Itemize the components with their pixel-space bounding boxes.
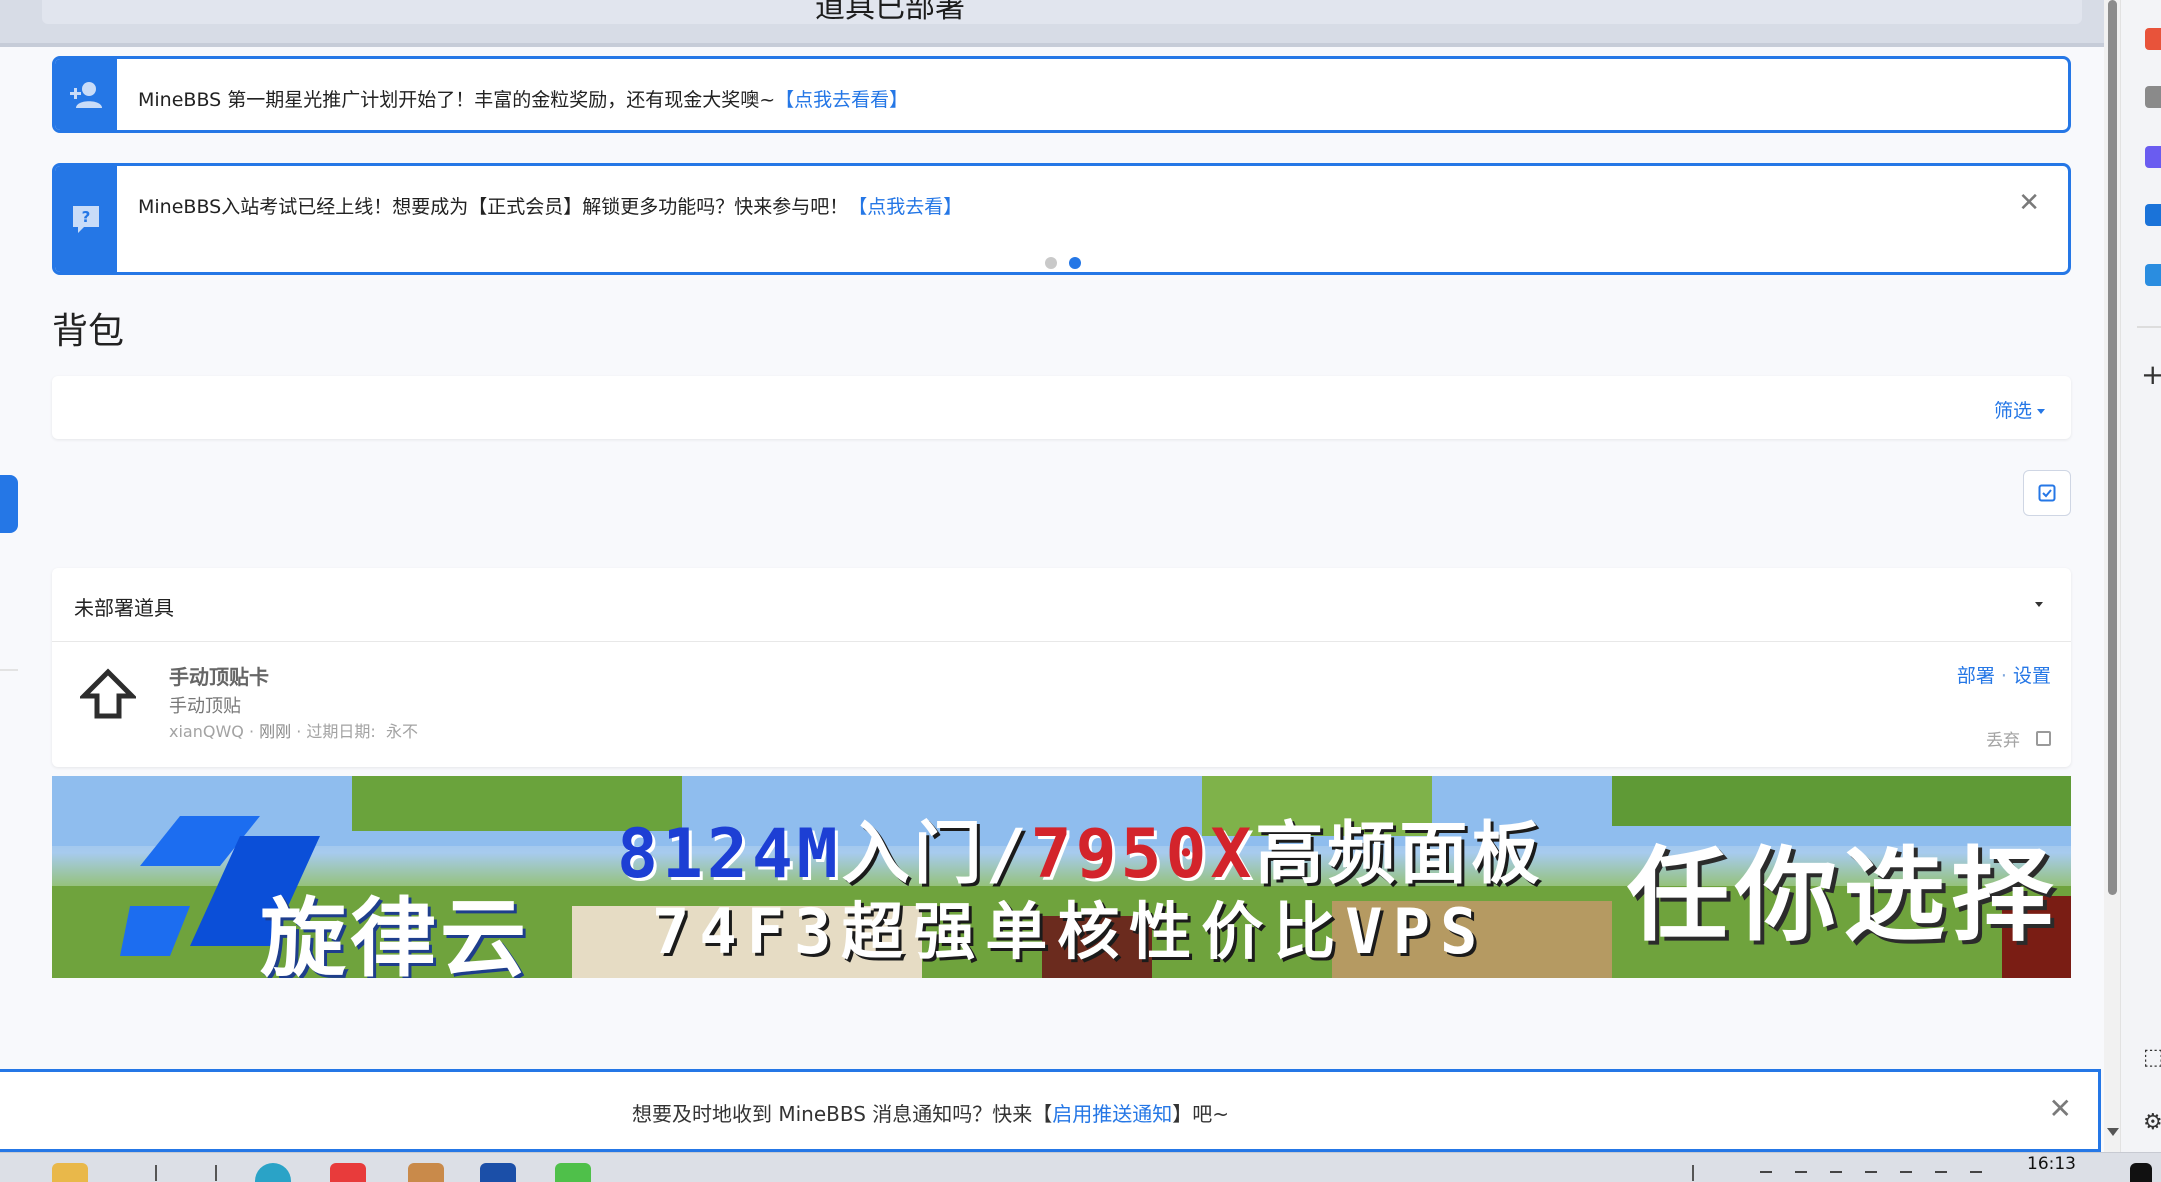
filter-bar: 筛选	[52, 376, 2071, 439]
settings-link[interactable]: 设置	[2013, 665, 2051, 687]
page-scrollbar[interactable]	[2104, 0, 2120, 1152]
item-discard: 丢弃	[1986, 726, 2051, 751]
banner-slogan: 任你选择	[1627, 837, 2059, 956]
notice-link[interactable]: 【点我去看】	[848, 196, 962, 218]
push-text-after: 】吧~	[1172, 1102, 1230, 1126]
undeployed-items-panel: 未部署道具 手动顶贴卡 手动顶贴 xianQWQ · 刚刚 · 过期日期: 永不…	[52, 568, 2071, 767]
red-app-icon[interactable]	[330, 1163, 366, 1182]
svg-text:?: ?	[82, 208, 91, 226]
notice-carousel-dots	[1045, 257, 1081, 269]
deploy-link[interactable]: 部署	[1957, 665, 1995, 687]
notice-icon-box: ?	[55, 166, 117, 272]
notification-icon[interactable]	[2130, 1163, 2152, 1182]
tray-icon[interactable]	[1865, 1171, 1877, 1181]
carousel-dot[interactable]	[1045, 257, 1057, 269]
toolbox-icon[interactable]	[2145, 28, 2161, 50]
tray-icon[interactable]	[1900, 1171, 1912, 1181]
person-icon[interactable]	[2145, 86, 2161, 108]
sidebar-divider	[2137, 326, 2161, 328]
banner-brand: 旋律云	[260, 889, 530, 978]
taskbar-separator	[215, 1165, 217, 1181]
item-expiry-label: 过期日期:	[306, 722, 376, 741]
tray-icon[interactable]	[1830, 1171, 1842, 1181]
folder-app-icon[interactable]	[52, 1163, 88, 1182]
item-name[interactable]: 手动顶贴卡	[169, 661, 269, 690]
push-notification-bar: 想要及时地收到 MineBBS 消息通知吗？快来【启用推送通知】吧~ ✕	[0, 1069, 2101, 1152]
panel-header[interactable]: 未部署道具	[52, 568, 2071, 642]
green-app-icon[interactable]	[555, 1163, 591, 1182]
shield-app-icon[interactable]	[480, 1163, 516, 1182]
filter-dropdown[interactable]: 筛选	[1994, 396, 2045, 423]
select-mode-button[interactable]	[2023, 470, 2071, 516]
item-expiry-value: 永不	[386, 722, 419, 741]
carousel-dot-active[interactable]	[1069, 257, 1081, 269]
taskbar-clock[interactable]: 16:13	[2027, 1154, 2076, 1174]
banner-subline: 74F3超强单核性价比VPS	[652, 895, 1488, 968]
discard-checkbox[interactable]	[2036, 731, 2051, 746]
push-text-before: 想要及时地收到 MineBBS 消息通知吗？快来【	[632, 1102, 1053, 1126]
push-close-icon[interactable]: ✕	[2049, 1092, 2072, 1125]
item-actions: 部署 · 设置	[1957, 661, 2051, 688]
send-icon[interactable]	[2145, 264, 2161, 286]
caret-down-icon[interactable]	[2035, 602, 2043, 607]
browser-sidebar: + ⬚ ⚙	[2120, 0, 2161, 1152]
push-message: 想要及时地收到 MineBBS 消息通知吗？快来【启用推送通知】吧~	[632, 1098, 1229, 1127]
left-divider	[0, 669, 18, 671]
checkbox-check-icon	[2038, 484, 2056, 502]
item-meta: xianQWQ · 刚刚 · 过期日期: 永不	[169, 722, 419, 741]
outlook-icon[interactable]	[2145, 204, 2161, 226]
add-icon[interactable]: +	[2141, 358, 2161, 391]
taskbar-separator	[155, 1165, 157, 1181]
scroll-down-icon[interactable]	[2107, 1128, 2119, 1136]
notice-starlight: MineBBS 第一期星光推广计划开始了！丰富的金粒奖励，还有现金大奖噢~【点我…	[52, 56, 2071, 133]
item-time: 刚刚	[259, 722, 292, 741]
enable-push-link[interactable]: 启用推送通知	[1052, 1102, 1172, 1126]
tray-icon[interactable]	[1795, 1171, 1807, 1181]
notice-text: MineBBS入站考试已经上线！想要成为【正式会员】解锁更多功能吗？快来参与吧！	[138, 196, 849, 218]
arrow-up-icon	[80, 668, 136, 719]
action-separator: ·	[2000, 665, 2007, 687]
game-app-icon[interactable]	[408, 1163, 444, 1182]
item-author[interactable]: xianQWQ	[169, 722, 244, 741]
browser-app-icon[interactable]	[255, 1163, 291, 1182]
notice-message: MineBBS入站考试已经上线！想要成为【正式会员】解锁更多功能吗？快来参与吧！…	[138, 192, 962, 219]
tray-icon[interactable]	[1935, 1171, 1947, 1181]
notice-close-icon[interactable]: ✕	[2018, 188, 2040, 218]
gear-icon[interactable]: ⚙	[2143, 1110, 2161, 1135]
notice-icon-box	[55, 59, 117, 130]
notice-exam: ? MineBBS入站考试已经上线！想要成为【正式会员】解锁更多功能吗？快来参与…	[52, 163, 2071, 275]
top-header: 道具已部署	[0, 0, 2104, 47]
item-description: 手动顶贴	[169, 696, 241, 717]
header-panel	[42, 0, 2082, 24]
tray-icon[interactable]	[1970, 1171, 1982, 1181]
notice-text: MineBBS 第一期星光推广计划开始了！丰富的金粒奖励，还有现金大奖噢~	[138, 89, 776, 111]
screenshot-icon[interactable]: ⬚	[2143, 1045, 2161, 1070]
notice-link[interactable]: 【点我去看看】	[775, 89, 908, 111]
page-title: 背包	[52, 311, 125, 352]
discard-label: 丢弃	[1986, 731, 2020, 751]
taskbar: 16:13	[0, 1152, 2161, 1182]
scroll-thumb[interactable]	[2108, 0, 2117, 895]
notice-message: MineBBS 第一期星光推广计划开始了！丰富的金粒奖励，还有现金大奖噢~【点我…	[138, 85, 908, 112]
user-plus-icon	[70, 81, 102, 108]
panel-title: 未部署道具	[74, 596, 174, 620]
tray-icon[interactable]	[1760, 1171, 1772, 1181]
copilot-icon[interactable]	[2145, 146, 2161, 168]
left-side-tab[interactable]	[0, 475, 18, 533]
taskbar-separator	[1692, 1165, 1694, 1181]
question-bubble-icon: ?	[73, 206, 99, 233]
header-title: 道具已部署	[815, 0, 965, 25]
ad-banner[interactable]: 旋律云 8124M入门/7950X高频面板 74F3超强单核性价比VPS 任你选…	[52, 776, 2071, 978]
